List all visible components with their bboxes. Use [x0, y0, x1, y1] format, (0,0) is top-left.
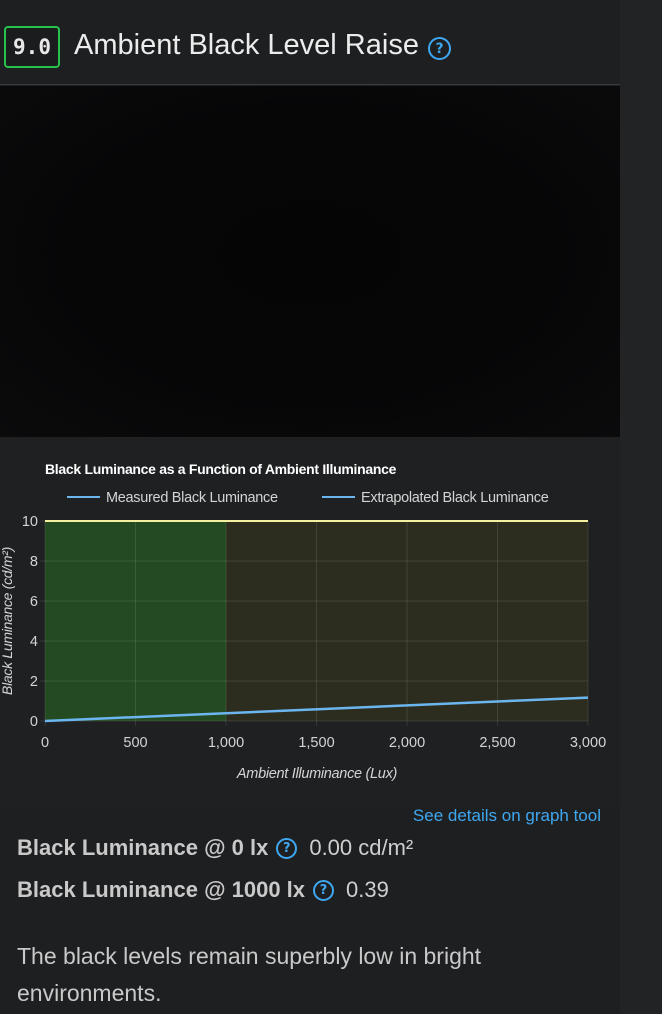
- chart-title: Black Luminance as a Function of Ambient…: [45, 461, 397, 477]
- x-tick-label: 2,500: [479, 735, 515, 751]
- legend-label-extrapolated: Extrapolated Black Luminance: [361, 490, 549, 506]
- y-tick-label: 6: [30, 594, 38, 610]
- legend-label-measured: Measured Black Luminance: [106, 490, 278, 506]
- help-icon[interactable]: ?: [428, 37, 451, 60]
- metric-value: 0.00 cd/m²: [309, 835, 414, 860]
- y-tick-label: 2: [30, 674, 38, 690]
- x-tick-label: 1,000: [208, 735, 244, 751]
- section-title: Ambient Black Level Raise: [74, 29, 419, 61]
- graph-tool-link[interactable]: See details on graph tool: [413, 806, 601, 826]
- y-tick-label: 0: [30, 714, 38, 730]
- x-tick-label: 3,000: [570, 735, 606, 751]
- help-icon[interactable]: ?: [313, 879, 335, 901]
- page-margin: [620, 0, 662, 1014]
- score-badge: 9.0: [4, 26, 60, 68]
- help-icon[interactable]: ?: [276, 837, 298, 859]
- y-tick-label: 4: [30, 634, 38, 650]
- chart-panel: Black Luminance as a Function of Ambient…: [0, 437, 620, 807]
- x-tick-label: 0: [41, 735, 49, 751]
- legend[interactable]: Measured Black Luminance Extrapolated Bl…: [67, 490, 549, 506]
- verdict-text: The black levels remain superbly low in …: [17, 943, 482, 1006]
- x-axis-label: Ambient Illuminance (Lux): [236, 766, 397, 782]
- metric-row: Black Luminance @ 1000 lx ? 0.39: [17, 877, 389, 903]
- plot-area: 0 500 1,000 1,500 2,000 2,500 3,000 0 2 4 6 8 10: [22, 514, 606, 751]
- y-axis-label: Black Luminance (cd/m²): [0, 547, 15, 695]
- chart-svg: Black Luminance as a Function of Ambient…: [0, 461, 606, 782]
- y-tick-label: 10: [22, 514, 38, 530]
- test-photo: [0, 86, 620, 437]
- metric-row: Black Luminance @ 0 lx ? 0.00 cd/m²: [17, 835, 413, 861]
- x-tick-label: 2,000: [389, 735, 425, 751]
- metric-label: Black Luminance @ 1000 lx: [17, 877, 306, 902]
- metric-label: Black Luminance @ 0 lx: [17, 835, 269, 860]
- y-tick-label: 8: [30, 554, 38, 570]
- metric-value: 0.39: [346, 877, 389, 902]
- x-tick-label: 500: [123, 735, 147, 751]
- section-header: 9.0 Ambient Black Level Raise ?: [0, 0, 620, 85]
- x-tick-label: 1,500: [298, 735, 334, 751]
